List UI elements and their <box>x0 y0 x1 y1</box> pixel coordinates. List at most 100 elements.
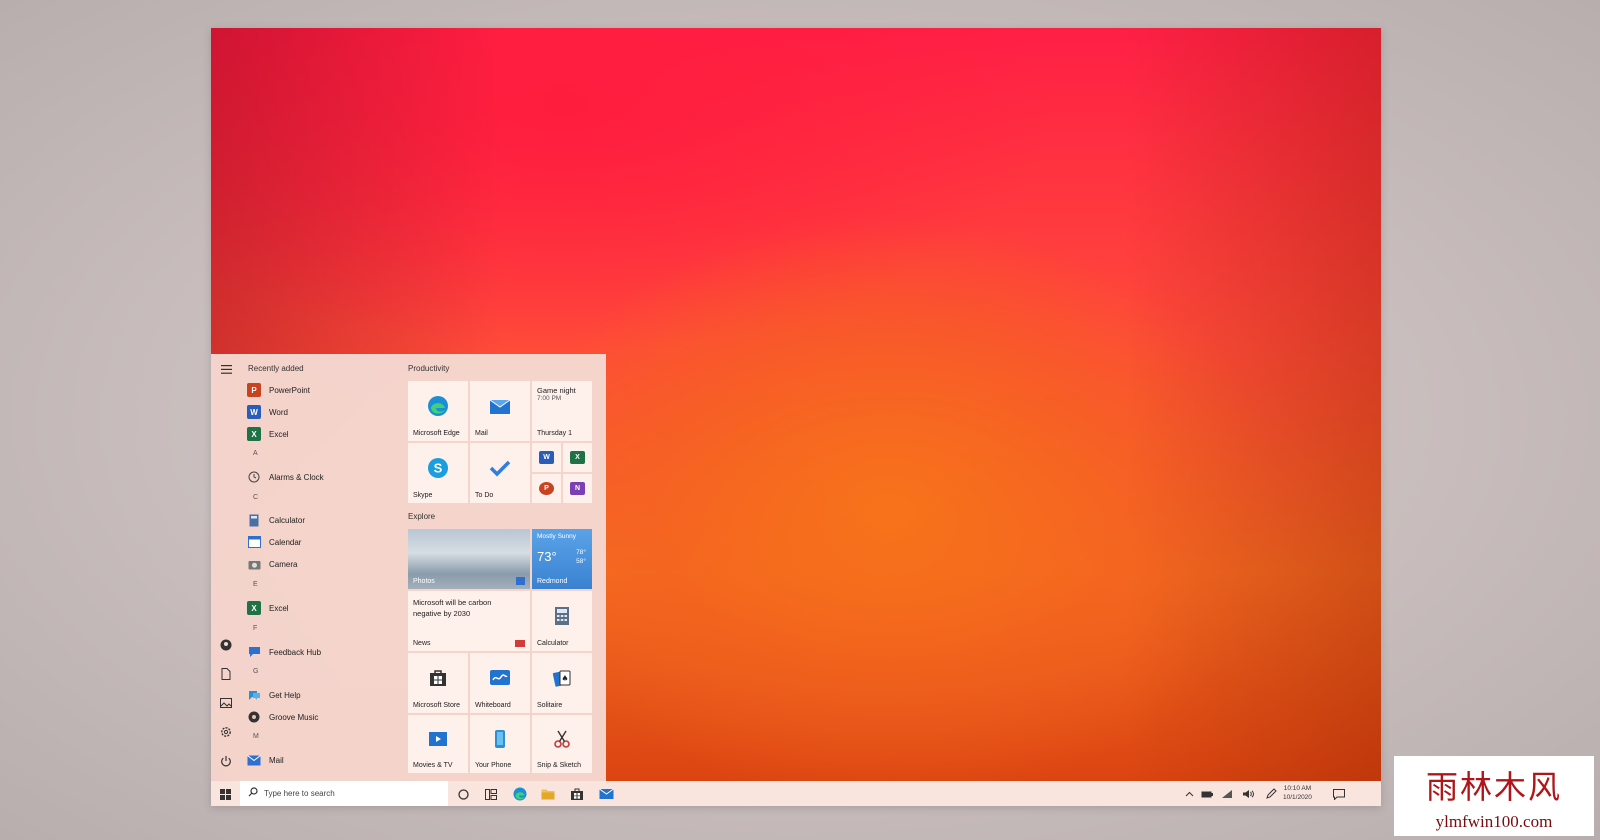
task-view-icon[interactable] <box>483 786 499 802</box>
app-feedback-hub[interactable]: Feedback Hub <box>247 643 397 661</box>
windows-start-icon[interactable] <box>217 786 233 802</box>
app-excel[interactable]: X Excel <box>247 425 397 443</box>
calendar-event-time: 7:00 PM <box>537 395 562 402</box>
wifi-icon[interactable] <box>1219 786 1235 802</box>
app-label: Camera <box>269 559 298 569</box>
app-get-help[interactable]: Get Help <box>247 686 397 704</box>
tile-label: Photos <box>413 578 435 585</box>
edge-icon[interactable] <box>512 786 528 802</box>
volume-icon[interactable] <box>1240 786 1256 802</box>
letter-f[interactable]: F <box>253 625 257 632</box>
taskbar-search-box[interactable]: Type here to search <box>240 781 448 806</box>
tile-label: Skype <box>413 492 433 499</box>
clock-icon <box>247 470 261 484</box>
checkmark-icon <box>489 459 511 477</box>
app-camera[interactable]: Camera <box>247 555 397 573</box>
powerpoint-icon: P <box>247 383 261 397</box>
tile-calendar[interactable]: Game night 7:00 PM Thursday 1 <box>532 381 592 441</box>
word-icon: W <box>247 405 261 419</box>
chevron-up-icon[interactable] <box>1181 786 1197 802</box>
weather-high: 78° <box>576 549 586 556</box>
start-rail <box>211 354 241 781</box>
app-mail[interactable]: Mail <box>247 751 397 769</box>
tile-microsoft-store[interactable]: Microsoft Store <box>408 653 468 713</box>
app-excel-2[interactable]: X Excel <box>247 599 397 617</box>
phone-icon <box>494 729 506 749</box>
letter-c[interactable]: C <box>253 494 258 501</box>
app-alarms-clock[interactable]: Alarms & Clock <box>247 468 397 486</box>
tile-onenote-mini[interactable]: N <box>563 474 592 503</box>
file-explorer-icon[interactable] <box>540 786 556 802</box>
cards-icon: ♠ <box>552 668 572 688</box>
tile-label: Your Phone <box>475 762 512 769</box>
settings-icon[interactable] <box>219 725 233 739</box>
calendar-event-title: Game night <box>537 386 576 395</box>
tile-word-mini[interactable]: W <box>532 443 561 472</box>
pictures-icon[interactable] <box>219 696 233 710</box>
movies-icon <box>428 730 448 748</box>
tile-news[interactable]: Microsoft will be carbon negative by 203… <box>408 591 530 651</box>
letter-a[interactable]: A <box>253 450 258 457</box>
groove-music-icon <box>247 710 261 724</box>
battery-icon[interactable] <box>1199 786 1215 802</box>
tile-snip-sketch[interactable]: Snip & Sketch <box>532 715 592 773</box>
tile-to-do[interactable]: To Do <box>470 443 530 503</box>
tile-calculator[interactable]: Calculator <box>532 591 592 651</box>
camera-icon <box>247 557 261 571</box>
app-calendar[interactable]: Calendar <box>247 533 397 551</box>
tile-mail[interactable]: Mail <box>470 381 530 441</box>
excel-icon: X <box>247 427 261 441</box>
action-center-icon[interactable] <box>1331 786 1347 802</box>
app-powerpoint[interactable]: P PowerPoint <box>247 381 397 399</box>
tile-your-phone[interactable]: Your Phone <box>470 715 530 773</box>
user-icon[interactable] <box>219 638 233 652</box>
documents-icon[interactable] <box>219 667 233 681</box>
calculator-icon <box>247 513 261 527</box>
tile-powerpoint-mini[interactable]: P <box>532 474 561 503</box>
pen-ink-icon[interactable] <box>1263 786 1279 802</box>
svg-text:S: S <box>434 461 443 476</box>
app-word[interactable]: W Word <box>247 403 397 421</box>
app-label: Alarms & Clock <box>269 472 324 482</box>
weather-condition: Mostly Sunny <box>537 533 577 540</box>
letter-g[interactable]: G <box>253 668 258 675</box>
productivity-header: Productivity <box>408 364 450 373</box>
app-groove-music[interactable]: Groove Music <box>247 708 397 726</box>
app-label: Groove Music <box>269 712 319 722</box>
svg-text:♠: ♠ <box>561 674 568 683</box>
taskbar-clock[interactable]: 10:10 AM 10/1/2020 <box>1283 784 1312 802</box>
tile-weather[interactable]: Mostly Sunny 73° 78° 58° Redmond <box>532 529 592 589</box>
tile-solitaire[interactable]: ♠ Solitaire <box>532 653 592 713</box>
app-label: Calendar <box>269 537 302 547</box>
calendar-icon <box>247 535 261 549</box>
watermark-url: ylmfwin100.com <box>1435 812 1553 831</box>
tile-movies-tv[interactable]: Movies & TV <box>408 715 468 773</box>
letter-e[interactable]: E <box>253 581 258 588</box>
letter-m[interactable]: M <box>253 733 259 740</box>
tile-microsoft-edge[interactable]: Microsoft Edge <box>408 381 468 441</box>
tile-whiteboard[interactable]: Whiteboard <box>470 653 530 713</box>
store-bag-icon[interactable] <box>569 786 585 802</box>
app-calculator[interactable]: Calculator <box>247 511 397 529</box>
tile-label: Movies & TV <box>413 762 453 769</box>
hamburger-icon[interactable] <box>219 362 233 376</box>
app-label: Mail <box>269 755 284 765</box>
app-label: PowerPoint <box>269 385 310 395</box>
watermark-chinese-text: 雨林木风 <box>1425 768 1562 806</box>
explore-header: Explore <box>408 512 436 521</box>
tile-excel-mini[interactable]: X <box>563 443 592 472</box>
feedback-hub-icon <box>247 645 261 659</box>
app-list: Recently added P PowerPoint W Word X Exc… <box>241 354 401 781</box>
news-icon <box>515 640 525 647</box>
photos-icon <box>516 577 525 585</box>
word-icon: W <box>539 451 554 464</box>
tile-label: Snip & Sketch <box>537 762 581 769</box>
mail-icon <box>489 397 511 415</box>
tile-photos[interactable]: Photos <box>408 529 530 589</box>
cortana-icon[interactable] <box>455 786 471 802</box>
app-label: Calculator <box>269 515 306 525</box>
mail-icon[interactable] <box>598 786 614 802</box>
tile-skype[interactable]: S Skype <box>408 443 468 503</box>
power-icon[interactable] <box>219 754 233 768</box>
tile-label: Microsoft Edge <box>413 430 460 437</box>
